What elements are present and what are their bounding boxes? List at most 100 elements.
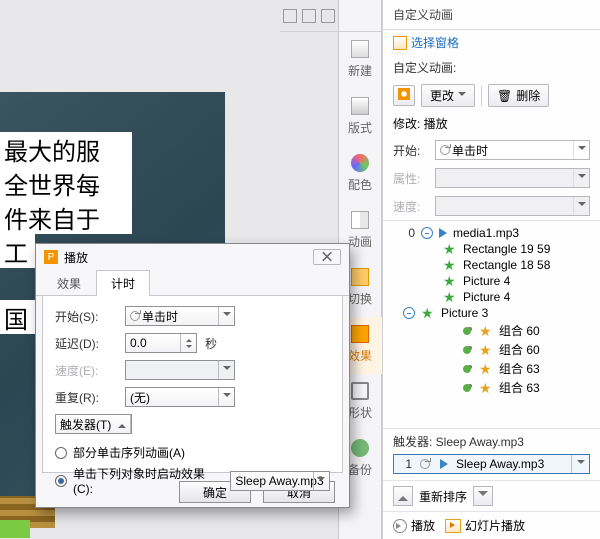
shape-icon bbox=[351, 382, 369, 400]
property-label: 属性: bbox=[393, 170, 429, 187]
star-icon bbox=[479, 362, 493, 376]
star-icon bbox=[443, 242, 457, 256]
dlg-delay-input[interactable]: 0.0 bbox=[125, 333, 197, 353]
dlg-speed-dropdown bbox=[125, 360, 235, 380]
play-icon bbox=[393, 519, 407, 533]
close-button[interactable]: ⨉ bbox=[313, 249, 341, 265]
toolbar-layout[interactable]: 版式 bbox=[338, 89, 382, 146]
chevron-down-icon bbox=[218, 307, 234, 325]
dlg-start-dropdown[interactable]: 单击时 bbox=[125, 306, 235, 326]
star-icon bbox=[421, 306, 435, 320]
chevron-down-icon bbox=[218, 361, 234, 379]
reorder-down-button[interactable] bbox=[473, 486, 493, 506]
star-icon bbox=[443, 274, 457, 288]
effects-icon bbox=[351, 325, 369, 343]
panel-title: 自定义动画 bbox=[383, 0, 600, 30]
animation-item-name: 组合 60 bbox=[499, 322, 540, 339]
trash-icon bbox=[497, 89, 512, 103]
pin-icon bbox=[463, 384, 471, 392]
toolbar-color[interactable]: 配色 bbox=[338, 146, 382, 203]
toolbar-new[interactable]: 新建 bbox=[338, 32, 382, 89]
dlg-delay-label: 延迟(D): bbox=[55, 335, 117, 352]
radio-sequence[interactable]: 部分单击序列动画(A) bbox=[55, 442, 330, 463]
slide-decor bbox=[0, 520, 30, 538]
layout-icon bbox=[351, 97, 369, 115]
speed-label: 速度: bbox=[393, 198, 429, 215]
pin-icon bbox=[463, 346, 471, 354]
tab-timing[interactable]: 计时 bbox=[96, 270, 150, 296]
change-animation-button[interactable]: 更改 bbox=[421, 84, 475, 107]
cursor-icon bbox=[130, 311, 140, 321]
animation-list-item[interactable]: 0media1.mp3 bbox=[393, 225, 590, 241]
pane-icon bbox=[393, 36, 407, 50]
animation-list-item[interactable]: Picture 3 bbox=[393, 305, 590, 321]
pin-icon bbox=[463, 365, 471, 373]
trigger-toggle-button[interactable]: 触发器(T) bbox=[55, 414, 132, 434]
slide-text: 工 bbox=[0, 234, 35, 268]
new-icon bbox=[351, 40, 369, 58]
delete-animation-button[interactable]: 删除 bbox=[488, 84, 549, 107]
add-animation-button[interactable] bbox=[393, 85, 415, 106]
select-pane-link[interactable]: 选择窗格 bbox=[393, 34, 459, 51]
play-icon bbox=[439, 228, 447, 238]
chevron-down-icon bbox=[571, 455, 589, 473]
spinner-icon[interactable] bbox=[180, 334, 196, 352]
animation-item-name: 组合 60 bbox=[499, 341, 540, 358]
animation-item-name: media1.mp3 bbox=[453, 226, 519, 240]
animation-icon bbox=[351, 211, 369, 229]
palette-icon bbox=[351, 154, 369, 172]
trigger-header: 触发器: Sleep Away.mp3 bbox=[383, 428, 600, 454]
custom-anim-label: 自定义动画: bbox=[393, 59, 456, 76]
start-dropdown[interactable]: 单击时 bbox=[435, 140, 590, 160]
speed-dropdown bbox=[435, 196, 590, 216]
animation-list-item[interactable]: 组合 60 bbox=[393, 340, 590, 359]
tool-icon[interactable] bbox=[283, 9, 297, 23]
dlg-repeat-dropdown[interactable]: (无) bbox=[125, 387, 235, 407]
trigger-item-selected[interactable]: 1 Sleep Away.mp3 bbox=[393, 454, 590, 474]
tool-icon[interactable] bbox=[302, 9, 316, 23]
dlg-start-label: 开始(S): bbox=[55, 308, 117, 325]
reorder-up-button[interactable] bbox=[393, 486, 413, 506]
transition-icon bbox=[351, 268, 369, 286]
animation-list-item[interactable]: Picture 4 bbox=[393, 273, 590, 289]
star-icon bbox=[479, 324, 493, 338]
chevron-down-icon bbox=[573, 169, 589, 187]
radio-icon bbox=[55, 447, 67, 459]
animation-list-item[interactable]: Rectangle 19 59 bbox=[393, 241, 590, 257]
animation-item-name: 组合 63 bbox=[499, 379, 540, 396]
animation-list-item[interactable]: 组合 60 bbox=[393, 321, 590, 340]
dialog-title: 播放 bbox=[64, 249, 88, 266]
slideshow-icon bbox=[445, 519, 461, 533]
tab-effect[interactable]: 效果 bbox=[42, 270, 96, 296]
chevron-down-icon bbox=[218, 388, 234, 406]
star-icon bbox=[443, 290, 457, 304]
star-icon bbox=[479, 343, 493, 357]
cursor-icon bbox=[440, 145, 450, 155]
property-dropdown bbox=[435, 168, 590, 188]
chevron-down-icon bbox=[313, 472, 329, 490]
clock-icon bbox=[403, 307, 415, 319]
animation-list-item[interactable]: 组合 63 bbox=[393, 359, 590, 378]
cursor-icon bbox=[420, 459, 430, 469]
play-animation-button[interactable]: 播放 bbox=[393, 517, 435, 534]
animation-list-item[interactable]: 组合 63 bbox=[393, 378, 590, 397]
backup-icon bbox=[351, 439, 369, 457]
slide-text: 国 bbox=[0, 300, 35, 334]
trigger-object-dropdown[interactable]: Sleep Away.mp3 bbox=[230, 471, 330, 491]
seconds-label: 秒 bbox=[205, 335, 217, 352]
animation-list-item[interactable]: Rectangle 18 58 bbox=[393, 257, 590, 273]
tool-icon[interactable] bbox=[321, 9, 335, 23]
dlg-repeat-label: 重复(R): bbox=[55, 389, 117, 406]
animation-item-name: Rectangle 18 58 bbox=[463, 258, 550, 272]
chevron-down-icon bbox=[573, 141, 589, 159]
dialog-body: 开始(S): 单击时 延迟(D): 0.0 秒 速度(E): 重复(R): (无… bbox=[42, 296, 343, 473]
slide-text: 件来自于 bbox=[0, 200, 132, 234]
animation-list[interactable]: 0media1.mp3Rectangle 19 59Rectangle 18 5… bbox=[383, 220, 600, 428]
animation-item-name: Picture 4 bbox=[463, 274, 510, 288]
animation-item-name: 组合 63 bbox=[499, 360, 540, 377]
slideshow-button[interactable]: 幻灯片播放 bbox=[445, 517, 525, 534]
slide-text: 全世界每 bbox=[0, 166, 132, 200]
chevron-up-icon bbox=[115, 415, 131, 433]
animation-list-item[interactable]: Picture 4 bbox=[393, 289, 590, 305]
start-label: 开始: bbox=[393, 142, 429, 159]
